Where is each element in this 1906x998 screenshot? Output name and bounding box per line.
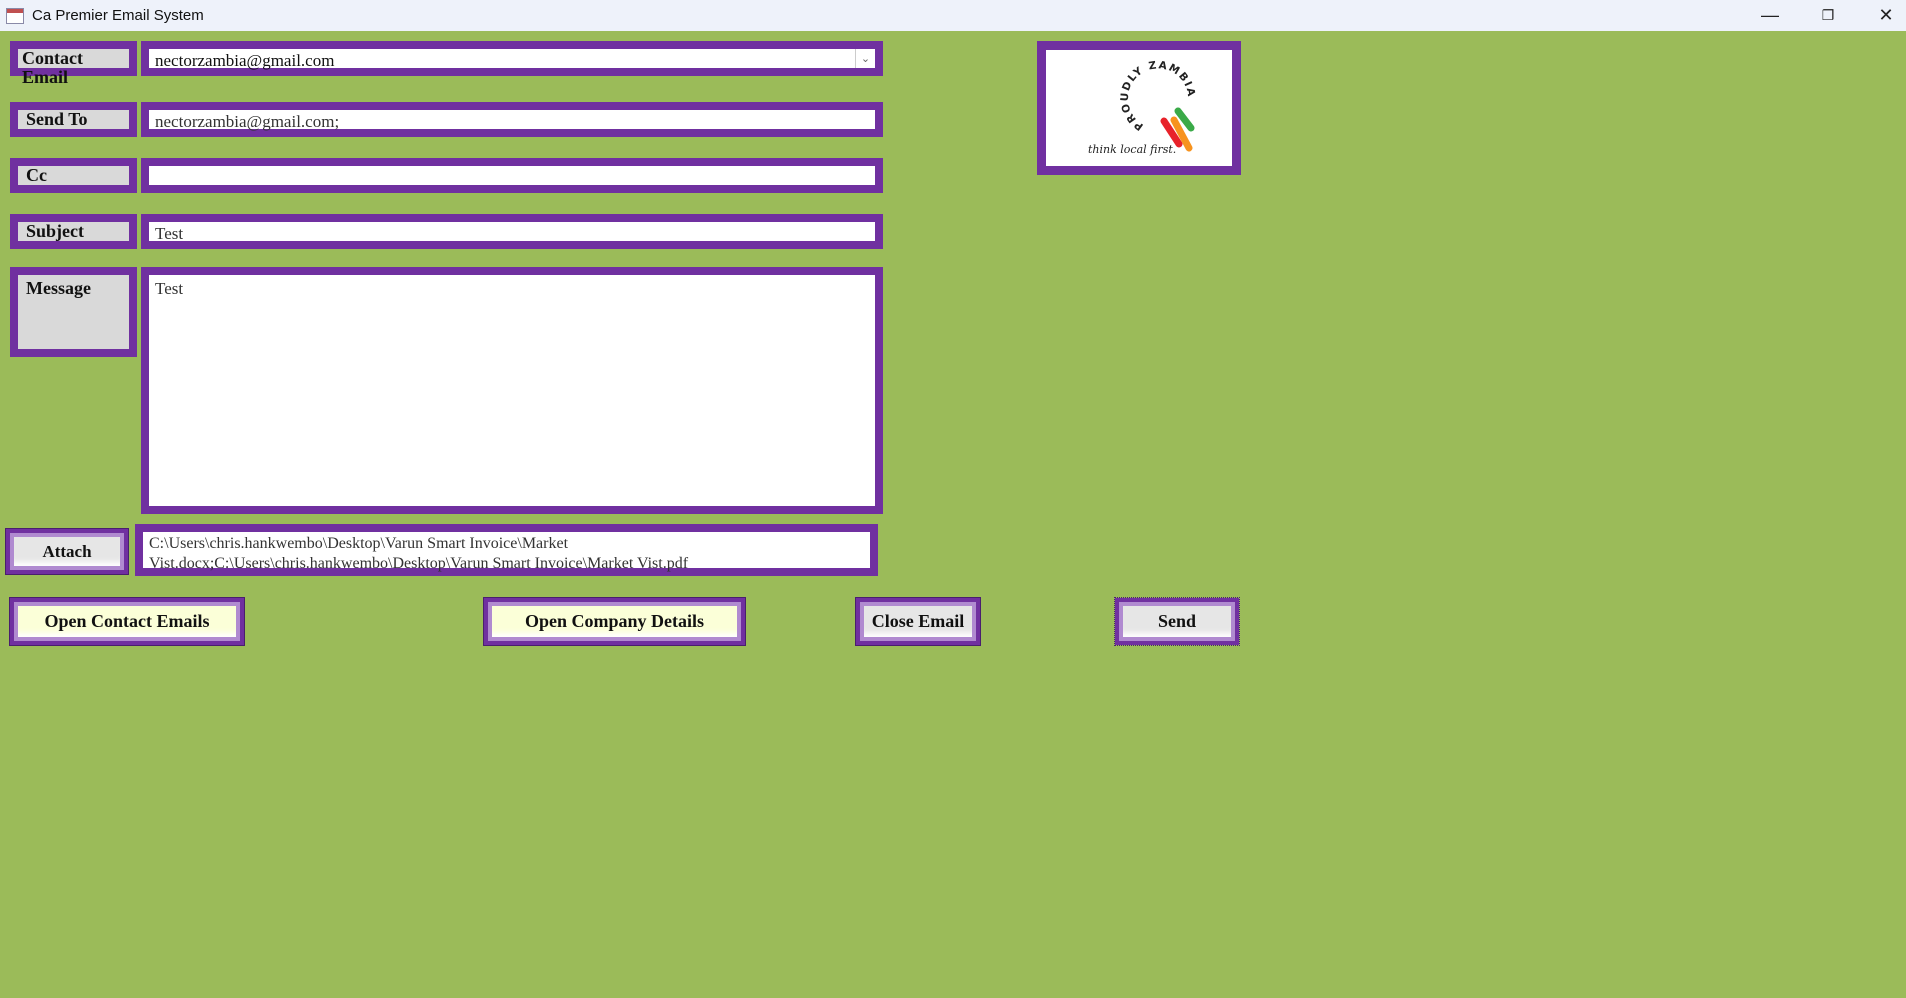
contact-email-combo[interactable]: nectorzambia@gmail.com ⌄ (141, 41, 883, 76)
cc-input[interactable] (141, 158, 883, 193)
contact-email-value: nectorzambia@gmail.com (155, 51, 335, 70)
subject-label: Subject (10, 214, 137, 249)
send-to-input[interactable]: nectorzambia@gmail.com; (141, 102, 883, 137)
restore-button[interactable]: ❐ (1800, 0, 1856, 31)
minimize-button[interactable]: — (1742, 0, 1798, 31)
window-title: Ca Premier Email System (32, 7, 204, 24)
send-button[interactable]: Send (1114, 597, 1240, 646)
logo-tagline: think local first. (1088, 143, 1176, 156)
send-to-label: Send To (10, 102, 137, 137)
message-label: Message (10, 267, 137, 357)
attachment-line-1: C:\Users\chris.hankwembo\Desktop\Varun S… (149, 535, 569, 552)
attach-button[interactable]: Attach (5, 528, 129, 575)
cc-label: Cc (10, 158, 137, 193)
message-input[interactable]: Test (141, 267, 883, 514)
title-bar: Ca Premier Email System — ❐ ✕ (0, 0, 1906, 31)
subject-input[interactable]: Test (141, 214, 883, 249)
attachment-line-2: Vist.docx;C:\Users\chris.hankwembo\Deskt… (149, 555, 689, 572)
attachment-field[interactable]: C:\Users\chris.hankwembo\Desktop\Varun S… (135, 524, 878, 576)
app-icon (6, 7, 24, 24)
open-contact-emails-button[interactable]: Open Contact Emails (9, 597, 245, 646)
open-company-details-button[interactable]: Open Company Details (483, 597, 746, 646)
proudly-zambian-logo: PROUDLY ZAMBIAN think local first. (1037, 41, 1241, 175)
close-email-button[interactable]: Close Email (855, 597, 981, 646)
close-window-button[interactable]: ✕ (1858, 0, 1906, 31)
chevron-down-icon[interactable]: ⌄ (855, 49, 875, 68)
contact-email-label: Contact Email (10, 41, 137, 87)
